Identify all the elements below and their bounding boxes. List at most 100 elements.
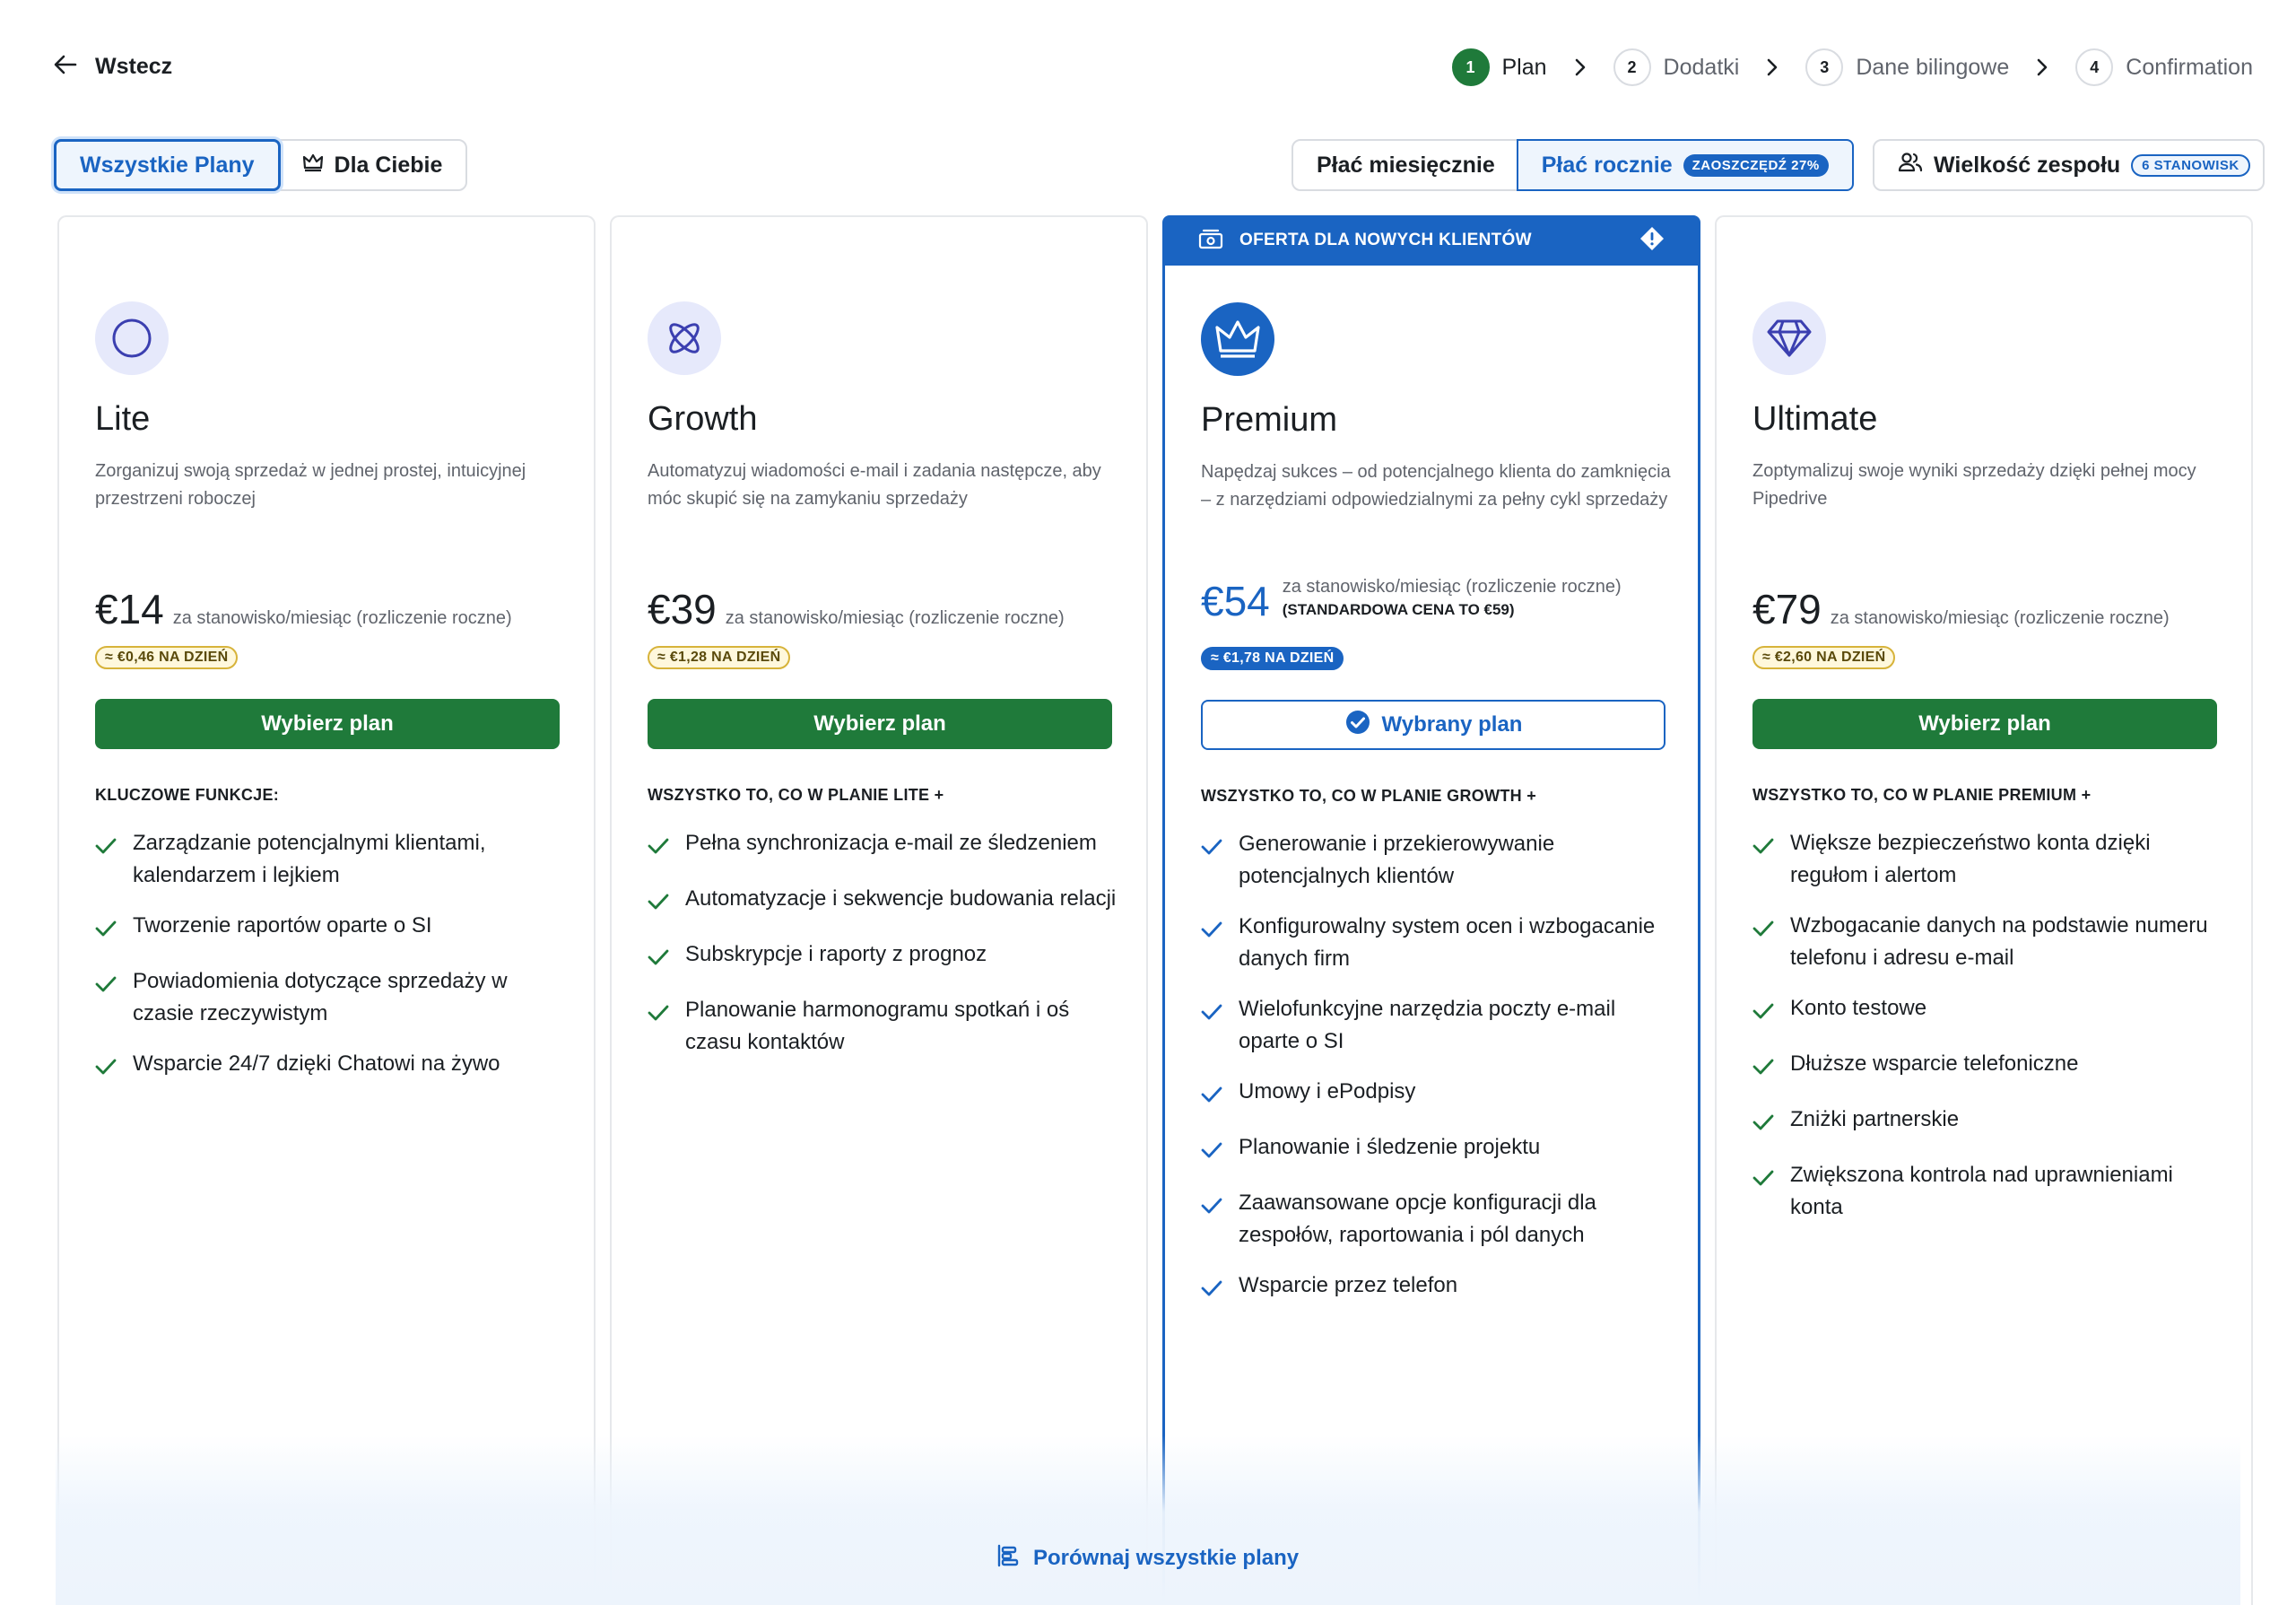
feature-text: Automatyzacje i sekwencje budowania rela… xyxy=(685,886,1117,911)
price-row: €54 za stanowisko/miesiąc (rozliczenie r… xyxy=(1201,577,1622,625)
circle-icon xyxy=(95,301,169,375)
standard-price-note: (STANDARDOWA CENA TO €59) xyxy=(1282,600,1515,618)
feature-text: Większe bezpieczeństwo konta dzięki regu… xyxy=(1790,831,2151,887)
plan-description: Napędzaj sukces – od potencjalnego klien… xyxy=(1201,462,1671,510)
pay-yearly-option[interactable]: Płać rocznie ZAOSZCZĘDŹ 27% xyxy=(1516,139,1854,191)
compare-all-plans-link[interactable]: Porównaj wszystkie plany xyxy=(996,1543,1299,1573)
chevron-right-icon xyxy=(2036,57,2048,77)
plan-price: €14 xyxy=(95,586,164,632)
team-size-label: Wielkość zespołu xyxy=(1934,152,2121,178)
pay-monthly-option[interactable]: Płać miesięcznie xyxy=(1293,141,1518,189)
check-icon xyxy=(1201,1269,1222,1307)
billing-period-toggle: Płać miesięcznie Płać rocznie ZAOSZCZĘDŹ… xyxy=(1292,139,1854,191)
feature-text: Zaawansowane opcje konfiguracji dla zesp… xyxy=(1239,1191,1596,1247)
team-size-content: Wielkość zespołu 6 STANOWISK xyxy=(1874,141,2263,189)
feature-text: Konfigurowalny system ocen i wzbogacanie… xyxy=(1239,914,1656,971)
price-period: za stanowisko/miesiąc (rozliczenie roczn… xyxy=(1830,608,2170,628)
list-item: Konfigurowalny system ocen i wzbogacanie… xyxy=(1201,911,1676,975)
select-plan-button[interactable]: Wybierz plan xyxy=(1752,699,2217,749)
selected-plan-button[interactable]: Wybrany plan xyxy=(1201,700,1665,750)
list-item: Wsparcie 24/7 dzięki Chatowi na żywo xyxy=(95,1048,570,1086)
step-number: 3 xyxy=(1805,48,1844,86)
feature-text: Powiadomienia dotyczące sprzedaży w czas… xyxy=(133,969,508,1025)
chevron-right-icon xyxy=(1574,57,1587,77)
list-item: Zarządzanie potencjalnymi klientami, kal… xyxy=(95,827,570,892)
feature-list: Pełna synchronizacja e-mail ze śledzenie… xyxy=(648,827,1123,1077)
select-plan-button[interactable]: Wybierz plan xyxy=(95,699,560,749)
list-item: Konto testowe xyxy=(1752,992,2228,1030)
features-title: WSZYSTKO TO, CO W PLANIE LITE + xyxy=(648,786,944,804)
select-plan-button[interactable]: Wybierz plan xyxy=(648,699,1112,749)
per-day-badge: ≈ €1,28 NA DZIEŃ xyxy=(648,646,791,669)
plan-name: Growth xyxy=(648,400,758,438)
list-item: Pełna synchronizacja e-mail ze śledzenie… xyxy=(648,827,1123,865)
check-icon xyxy=(1752,827,1774,892)
feature-text: Konto testowe xyxy=(1790,996,1927,1020)
feature-text: Zwiększona kontrola nad uprawnieniami ko… xyxy=(1790,1163,2173,1219)
list-item: Planowanie i śledzenie projektu xyxy=(1201,1131,1676,1169)
plan-description: Automatyzuj wiadomości e-mail i zadania … xyxy=(648,461,1101,509)
back-button[interactable]: Wstecz xyxy=(54,50,172,83)
list-item: Automatyzacje i sekwencje budowania rela… xyxy=(648,883,1123,920)
list-item: Dłuższe wsparcie telefoniczne xyxy=(1752,1048,2228,1086)
bottom-fade-overlay xyxy=(56,1435,2240,1605)
feature-text: Wielofunkcyjne narzędzia poczty e-mail o… xyxy=(1239,997,1616,1053)
select-plan-label: Wybierz plan xyxy=(813,711,946,736)
check-icon xyxy=(1201,1131,1222,1169)
plan-price: €79 xyxy=(1752,586,1822,632)
checkout-stepper: 1 Plan 2 Dodatki 3 Dane bilingowe 4 Conf… xyxy=(1451,47,2253,88)
step-billing[interactable]: 3 Dane bilingowe xyxy=(1805,48,2009,86)
plan-price: €39 xyxy=(648,586,717,632)
feature-text: Planowanie i śledzenie projektu xyxy=(1239,1135,1541,1159)
feature-text: Pełna synchronizacja e-mail ze śledzenie… xyxy=(685,831,1097,855)
price-period: za stanowisko/miesiąc (rozliczenie roczn… xyxy=(172,608,512,628)
check-icon xyxy=(1752,1159,1774,1224)
step-label: Confirmation xyxy=(2126,54,2253,80)
plan-card-premium: OFERTA DLA NOWYCH KLIENTÓW Premium Napęd… xyxy=(1162,215,1700,1605)
step-number: 1 xyxy=(1451,48,1490,86)
step-number: 2 xyxy=(1613,48,1651,86)
arrow-left-icon xyxy=(54,55,77,79)
feature-text: Wsparcie przez telefon xyxy=(1239,1273,1458,1297)
orbit-icon xyxy=(648,301,721,375)
feature-list: Większe bezpieczeństwo konta dzięki regu… xyxy=(1752,827,2228,1242)
plan-description: Zoptymalizuj swoje wyniki sprzedaży dzię… xyxy=(1752,461,2196,509)
features-title: WSZYSTKO TO, CO W PLANIE GROWTH + xyxy=(1201,787,1537,805)
plan-card-growth: Growth Automatyzuj wiadomości e-mail i z… xyxy=(610,215,1148,1605)
list-item: Umowy i ePodpisy xyxy=(1201,1076,1676,1113)
chevron-right-icon xyxy=(1766,57,1779,77)
all-plans-label: Wszystkie Plany xyxy=(80,152,255,178)
offer-label: OFERTA DLA NOWYCH KLIENTÓW xyxy=(1239,231,1532,249)
pay-monthly-label: Płać miesięcznie xyxy=(1317,152,1495,178)
features-title: WSZYSTKO TO, CO W PLANIE PREMIUM + xyxy=(1752,786,2092,804)
feature-list: Generowanie i przekierowywanie potencjal… xyxy=(1201,828,1676,1325)
check-icon xyxy=(1201,993,1222,1058)
info-diamond-icon[interactable] xyxy=(1639,226,1665,256)
new-customer-offer-banner: OFERTA DLA NOWYCH KLIENTÓW xyxy=(1162,215,1700,266)
plan-description: Zorganizuj swoją sprzedaż w jednej prost… xyxy=(95,461,526,509)
crown-icon xyxy=(302,153,324,179)
for-you-tab[interactable]: Dla Ciebie xyxy=(279,141,466,189)
check-icon xyxy=(648,883,669,920)
check-icon xyxy=(1752,1103,1774,1141)
seats-badge: 6 STANOWISK xyxy=(2131,153,2250,177)
list-item: Tworzenie raportów oparte o SI xyxy=(95,910,570,947)
price-row: €14 za stanowisko/miesiąc (rozliczenie r… xyxy=(95,585,512,633)
team-size-button[interactable]: Wielkość zespołu 6 STANOWISK xyxy=(1873,139,2265,191)
step-plan[interactable]: 1 Plan xyxy=(1451,48,1547,86)
list-item: Zniżki partnerskie xyxy=(1752,1103,2228,1141)
step-confirmation[interactable]: 4 Confirmation xyxy=(2075,48,2253,86)
pay-yearly-label: Płać rocznie xyxy=(1541,152,1673,178)
plan-card-lite: Lite Zorganizuj swoją sprzedaż w jednej … xyxy=(57,215,596,1605)
check-circle-icon xyxy=(1344,709,1371,742)
plan-name: Ultimate xyxy=(1752,400,1878,438)
feature-text: Zarządzanie potencjalnymi klientami, kal… xyxy=(133,831,486,887)
check-icon xyxy=(1752,992,1774,1030)
feature-text: Generowanie i przekierowywanie potencjal… xyxy=(1239,832,1555,888)
plan-name: Premium xyxy=(1201,401,1338,439)
step-label: Dane bilingowe xyxy=(1856,54,2010,80)
all-plans-tab[interactable]: Wszystkie Plany xyxy=(54,139,281,191)
feature-text: Wsparcie 24/7 dzięki Chatowi na żywo xyxy=(133,1051,500,1076)
list-item: Subskrypcje i raporty z prognoz xyxy=(648,938,1123,976)
step-addons[interactable]: 2 Dodatki xyxy=(1613,48,1739,86)
